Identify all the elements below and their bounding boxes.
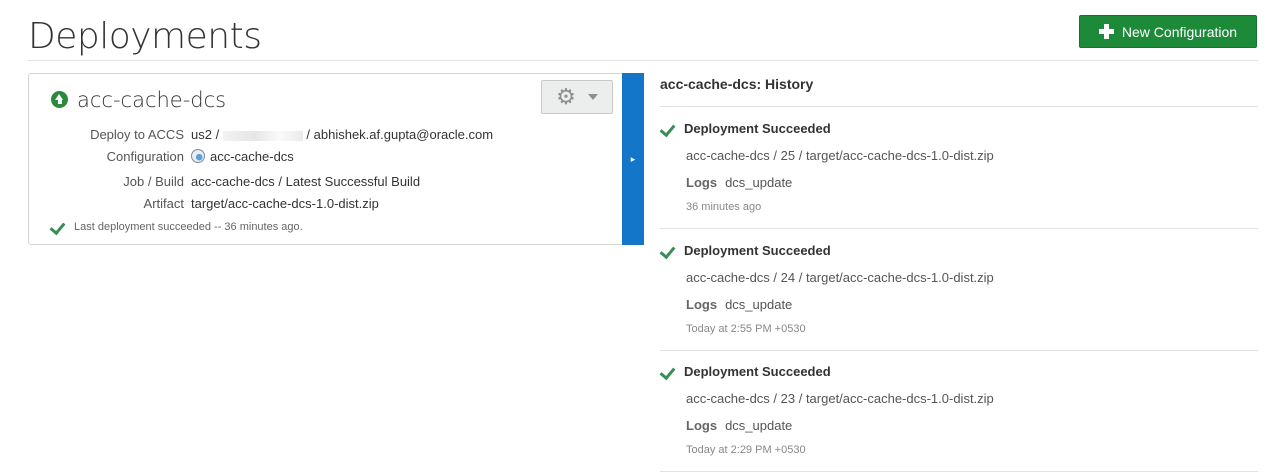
history-status-text: Deployment Succeeded — [684, 364, 831, 379]
logs-label: Logs — [686, 418, 718, 433]
history-status: Deployment Succeeded — [659, 242, 831, 259]
history-timestamp: 36 minutes ago — [686, 201, 762, 213]
history-status-text: Deployment Succeeded — [684, 121, 831, 136]
last-deployment-status: Last deployment succeeded -- 36 minutes … — [74, 221, 303, 233]
history-divider — [660, 471, 1258, 472]
plus-icon — [1098, 24, 1114, 39]
configuration-link[interactable]: acc-cache-dcs — [210, 149, 294, 164]
deploy-to-region: us2 / — [191, 127, 223, 142]
configuration-icon — [191, 149, 205, 163]
logs-label: Logs — [686, 175, 718, 190]
history-artifact-link[interactable]: acc-cache-dcs / 23 / target/acc-cache-dc… — [686, 391, 994, 406]
checkmark-icon — [659, 242, 676, 259]
deploy-to-label: Deploy to ACCS — [90, 127, 184, 142]
artifact-value[interactable]: target/acc-cache-dcs-1.0-dist.zip — [191, 196, 379, 211]
history-divider — [660, 106, 1258, 107]
page-title: Deployments — [28, 16, 262, 57]
deployment-card: acc-cache-dcs ⚙ Deploy to ACCS us2 / / a… — [28, 73, 644, 245]
history-divider — [660, 228, 1258, 229]
logs-link[interactable]: dcs_update — [725, 418, 792, 433]
history-logs: Logs dcs_update — [686, 175, 792, 190]
card-footer: Last deployment succeeded -- 36 minutes … — [49, 218, 303, 236]
artifact-label: Artifact — [143, 196, 184, 211]
chevron-right-icon: ▸ — [630, 153, 636, 164]
checkmark-icon — [659, 120, 676, 137]
checkmark-icon — [49, 218, 66, 236]
history-status-text: Deployment Succeeded — [684, 243, 831, 258]
history-artifact-link[interactable]: acc-cache-dcs / 25 / target/acc-cache-dc… — [686, 148, 994, 163]
configuration-label: Configuration — [106, 149, 184, 164]
logs-link[interactable]: dcs_update — [725, 297, 792, 312]
history-artifact-link[interactable]: acc-cache-dcs / 24 / target/acc-cache-dc… — [686, 270, 994, 285]
history-logs: Logs dcs_update — [686, 297, 792, 312]
header-divider — [28, 60, 1258, 61]
card-title[interactable]: acc-cache-dcs — [77, 88, 226, 112]
deploy-to-user: / abhishek.af.gupta@oracle.com — [302, 127, 494, 142]
history-timestamp: Today at 2:55 PM +0530 — [686, 323, 806, 335]
logs-link[interactable]: dcs_update — [725, 175, 792, 190]
deploy-to-value: us2 / / abhishek.af.gupta@oracle.com — [191, 127, 493, 142]
redacted-text — [222, 130, 303, 141]
configuration-value[interactable]: acc-cache-dcs — [191, 149, 294, 164]
history-divider — [660, 350, 1258, 351]
caret-down-icon — [587, 94, 598, 100]
new-configuration-button[interactable]: New Configuration — [1079, 15, 1257, 48]
checkmark-icon — [659, 363, 676, 380]
history-status: Deployment Succeeded — [659, 120, 831, 137]
history-title: acc-cache-dcs: History — [660, 76, 814, 92]
logs-label: Logs — [686, 297, 718, 312]
settings-menu-button[interactable]: ⚙ — [541, 80, 613, 114]
job-build-label: Job / Build — [123, 174, 184, 189]
collapse-panel-toggle[interactable]: ▸ — [622, 73, 644, 245]
history-timestamp: Today at 2:29 PM +0530 — [686, 444, 806, 456]
new-configuration-label: New Configuration — [1121, 23, 1238, 40]
history-logs: Logs dcs_update — [686, 418, 792, 433]
history-status: Deployment Succeeded — [659, 363, 831, 380]
arrow-up-circle-icon — [51, 91, 68, 108]
gear-icon: ⚙ — [556, 84, 576, 109]
job-build-value[interactable]: acc-cache-dcs / Latest Successful Build — [191, 174, 420, 189]
